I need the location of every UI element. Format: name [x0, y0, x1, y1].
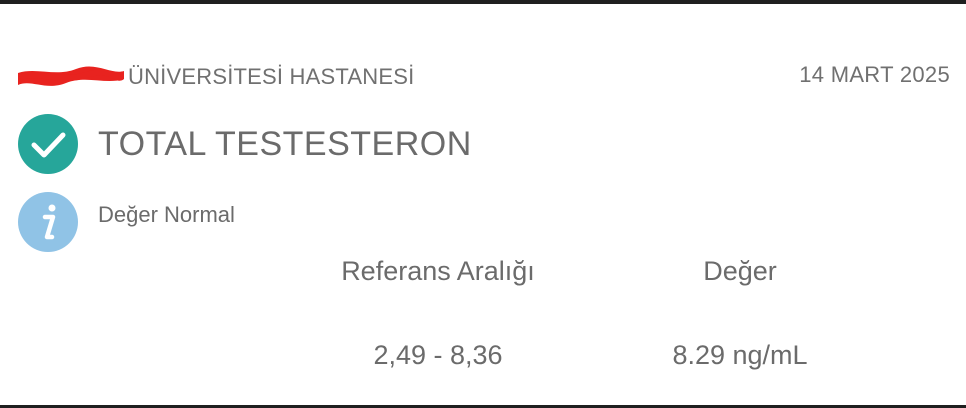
redaction-scribble: [18, 66, 124, 86]
result-value: 8.29 ng/mL: [672, 340, 808, 370]
test-name: TOTAL TESTESTERON: [98, 124, 472, 163]
test-date: 14 MART 2025: [799, 62, 950, 87]
reference-range-value: 2,49 - 8,36: [373, 340, 503, 370]
lab-result-card: ÜNİVERSİTESİ HASTANESİ 14 MART 2025 TOTA…: [0, 4, 966, 405]
info-icon: [18, 192, 78, 252]
value-header: Değer: [703, 256, 777, 286]
reference-range-header: Referans Aralığı: [341, 256, 535, 286]
status-text: Değer Normal: [98, 202, 235, 227]
check-circle-icon: [18, 114, 78, 174]
hospital-header: ÜNİVERSİTESİ HASTANESİ: [16, 60, 414, 94]
status-row: Değer Normal: [18, 192, 235, 252]
test-title-row: TOTAL TESTESTERON: [18, 114, 472, 174]
hospital-name: ÜNİVERSİTESİ HASTANESİ: [128, 64, 415, 89]
